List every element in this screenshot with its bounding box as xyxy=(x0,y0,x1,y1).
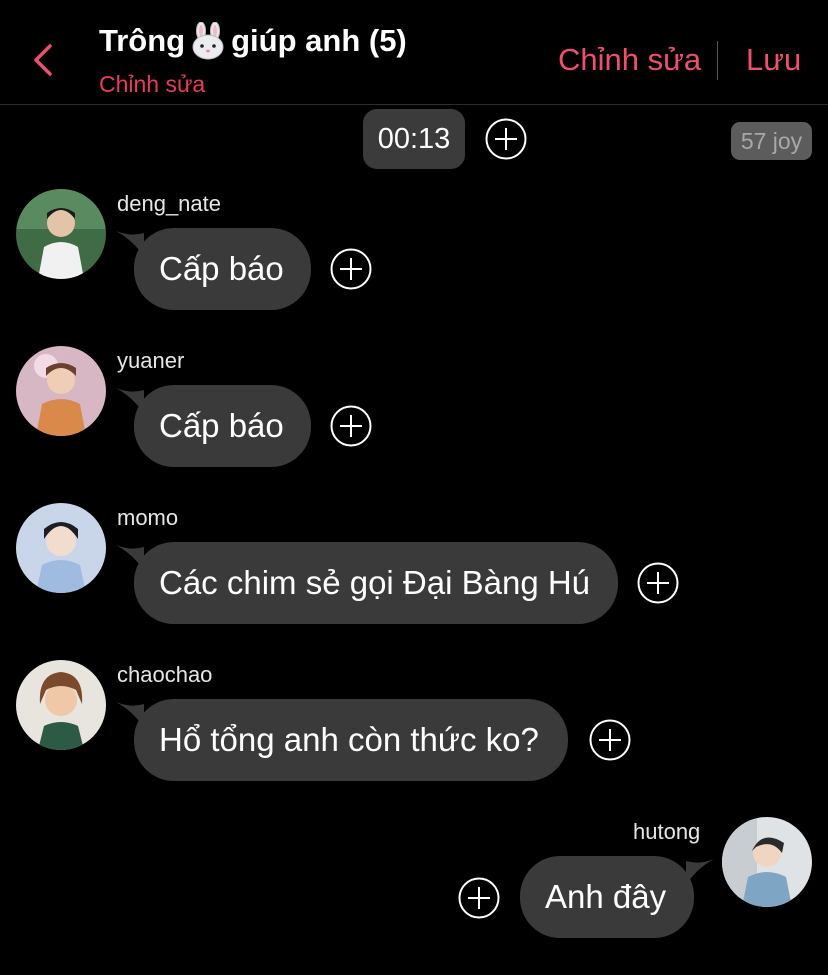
add-plus-icon[interactable] xyxy=(637,562,679,604)
joy-count-badge: 57 joy xyxy=(731,122,812,160)
avatar[interactable] xyxy=(16,189,106,279)
message-username: yuaner xyxy=(117,348,185,373)
message-bubble[interactable]: Cấp báo xyxy=(134,228,311,310)
message-bubble[interactable]: Các chim sẻ gọi Đại Bàng Hú xyxy=(134,542,618,624)
add-plus-icon[interactable] xyxy=(330,405,372,447)
bunny-emoji-icon xyxy=(188,21,228,60)
message-bubble[interactable]: Cấp báo xyxy=(134,385,311,467)
message-username: deng_nate xyxy=(117,191,221,216)
message-username: momo xyxy=(117,505,179,530)
time-stamp-pill[interactable]: 00:13 xyxy=(363,109,465,169)
message-bubble[interactable]: Anh đây xyxy=(520,856,694,938)
avatar[interactable] xyxy=(16,660,106,750)
avatar[interactable] xyxy=(16,346,106,436)
back-chevron-icon[interactable] xyxy=(26,38,60,82)
chat-screen: Trông giúp anh (5) Chỉnh sửa Chỉnh sửa L… xyxy=(0,0,828,975)
chat-title: Trông giúp anh (5) xyxy=(99,21,407,60)
chat-title-text-start: Trông xyxy=(99,23,186,58)
message-username: chaochao xyxy=(117,662,213,687)
message-bubble[interactable]: Hổ tổng anh còn thức ko? xyxy=(134,699,568,781)
chat-title-text-end: giúp anh (5) xyxy=(231,23,407,58)
avatar[interactable] xyxy=(722,817,812,907)
message-username: hutong xyxy=(633,819,701,844)
add-plus-icon[interactable] xyxy=(589,719,631,761)
header-divider xyxy=(717,41,718,80)
add-plus-icon[interactable] xyxy=(458,877,500,919)
add-plus-icon[interactable] xyxy=(485,118,527,160)
avatar[interactable] xyxy=(16,503,106,593)
header-subtitle: Chỉnh sửa xyxy=(99,71,206,97)
header-bar: Trông giúp anh (5) Chỉnh sửa Chỉnh sửa L… xyxy=(0,0,828,105)
add-plus-icon[interactable] xyxy=(330,248,372,290)
save-button[interactable]: Lưu xyxy=(746,42,801,78)
edit-button[interactable]: Chỉnh sửa xyxy=(558,42,701,78)
